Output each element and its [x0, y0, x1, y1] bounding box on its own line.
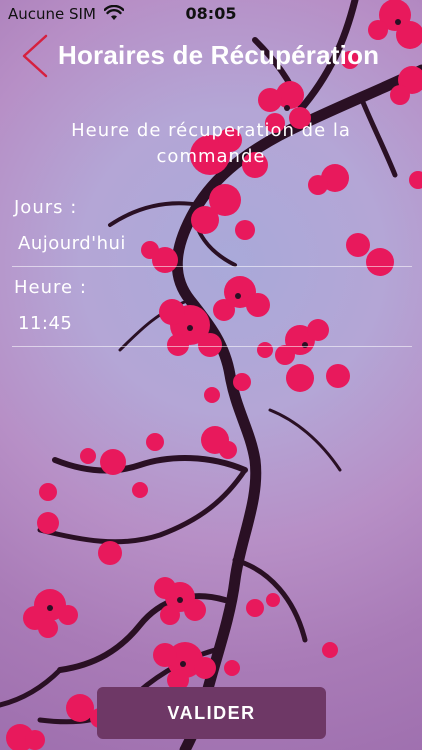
section-subtitle: Heure de récuperation de la commande — [71, 120, 351, 167]
status-bar: Aucune SIM 08:05 — [0, 0, 422, 28]
back-chevron-icon[interactable] — [18, 34, 50, 78]
status-time: 08:05 — [185, 4, 237, 23]
days-label: Jours : — [14, 197, 78, 218]
hour-value[interactable]: 11:45 — [18, 313, 72, 334]
days-value[interactable]: Aujourd'hui — [18, 233, 126, 254]
divider — [12, 346, 412, 347]
divider — [12, 266, 412, 267]
page-title: Horaires de Récupération — [58, 40, 380, 70]
validate-button[interactable]: VALIDER — [97, 687, 326, 739]
cherry-blossom-background — [0, 0, 422, 750]
hour-label: Heure : — [14, 277, 87, 298]
